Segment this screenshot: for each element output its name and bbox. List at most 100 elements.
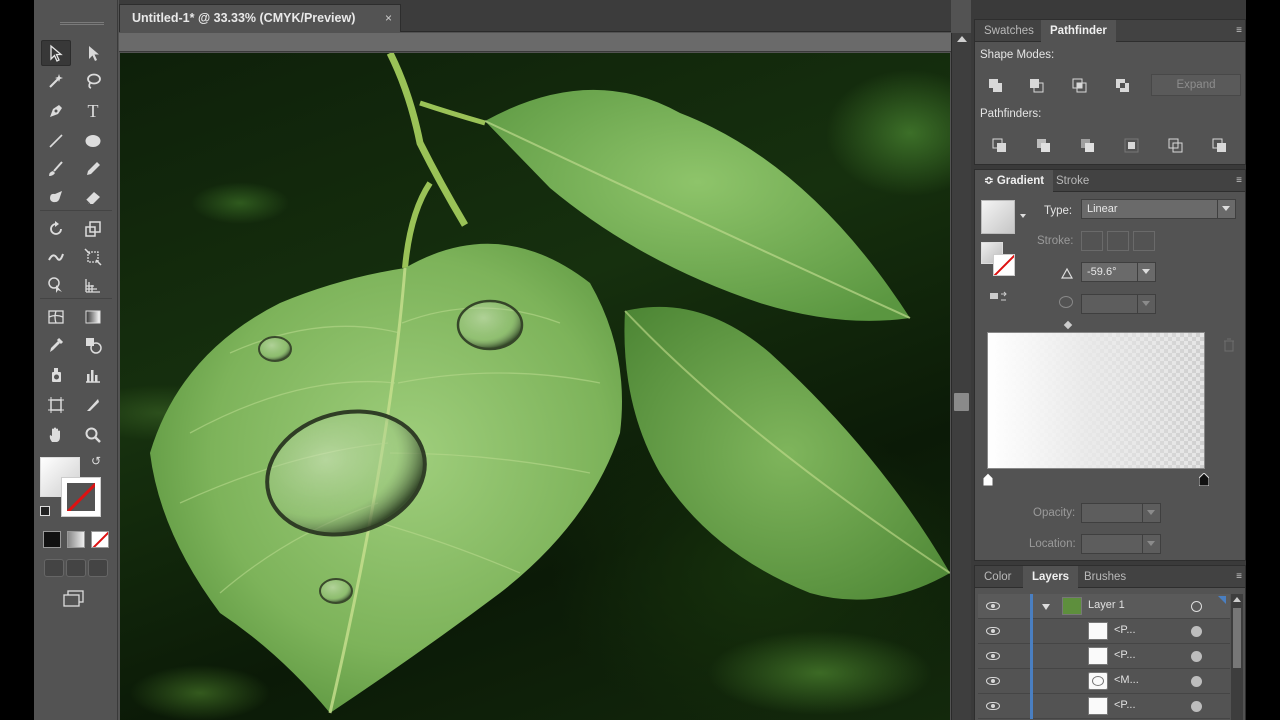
gradient-tool[interactable] [78,304,108,330]
divide-button[interactable] [988,135,1010,155]
gradient-preset-arrow-icon[interactable] [1020,214,1026,218]
sublayer-row[interactable]: <P... [978,619,1230,644]
scale-tool[interactable] [78,216,108,242]
swap-fill-stroke-icon[interactable]: ↺ [91,454,101,468]
merge-button[interactable] [1076,135,1098,155]
target-circle-icon[interactable] [1191,701,1202,712]
ellipse-tool[interactable] [78,128,108,154]
screen-mode-icon[interactable] [62,590,86,608]
expand-triangle-icon[interactable] [1042,604,1050,610]
tab-color[interactable]: Color [975,566,1020,588]
fill-stroke-proxy[interactable] [981,242,1017,278]
direct-selection-tool[interactable] [78,40,108,66]
angle-input[interactable]: -59.6° [1081,262,1156,282]
artboard-canvas[interactable] [120,53,950,720]
gradient-midpoint-diamond[interactable] [1063,320,1073,330]
tab-gradient[interactable]: ≎ Gradient [975,170,1054,193]
gradient-stop-white[interactable] [982,472,994,487]
tab-pathfinder[interactable]: Pathfinder [1041,20,1116,43]
document-tab[interactable]: Untitled-1* @ 33.33% (CMYK/Preview) × [119,4,401,32]
minus-back-button[interactable] [1208,135,1230,155]
target-circle-icon[interactable] [1191,601,1202,612]
hand-tool[interactable] [41,422,71,448]
visibility-eye-icon[interactable] [986,627,1000,635]
blob-brush-tool[interactable] [41,184,71,210]
eyedropper-tool[interactable] [41,332,71,358]
gradient-mode-button[interactable] [67,531,85,548]
intersect-button[interactable] [1068,75,1090,95]
type-tool[interactable]: T [78,98,108,124]
slice-tool[interactable] [78,392,108,418]
tab-stroke[interactable]: Stroke [1047,170,1098,192]
close-icon[interactable]: × [385,11,392,25]
tab-layers[interactable]: Layers [1023,566,1079,589]
knife-icon [87,399,99,411]
tab-brushes[interactable]: Brushes [1075,566,1135,588]
visibility-eye-icon[interactable] [986,652,1000,660]
paintbrush-tool[interactable] [41,156,71,182]
lasso-tool[interactable] [78,68,108,94]
scroll-up-arrow-icon[interactable] [957,36,967,42]
scrollbar-thumb[interactable] [954,393,969,411]
crop-button[interactable] [1120,135,1142,155]
unite-button[interactable] [984,75,1006,95]
none-mode-button[interactable] [91,531,109,548]
draw-inside-button[interactable] [88,559,108,577]
scrollbar-thumb[interactable] [1233,608,1241,668]
visibility-eye-icon[interactable] [986,702,1000,710]
default-colors-icon[interactable] [40,506,50,516]
gradient-preview-swatch[interactable] [981,200,1015,234]
target-circle-icon[interactable] [1191,626,1202,637]
trim-button[interactable] [1032,135,1054,155]
zoom-tool[interactable] [78,422,108,448]
mesh-tool[interactable] [41,304,71,330]
sublayer-row[interactable]: <P... [978,644,1230,669]
gradient-type-select[interactable]: Linear [1081,199,1236,219]
color-mode-button[interactable] [43,531,61,548]
sublayer-name: <P... [1114,699,1136,711]
visibility-eye-icon[interactable] [986,602,1000,610]
panel-menu-icon[interactable]: ≡ [1236,25,1242,36]
panel-menu-icon[interactable]: ≡ [1236,175,1242,186]
outline-button[interactable] [1164,135,1186,155]
draw-normal-button[interactable] [44,559,64,577]
magic-wand-tool[interactable] [41,68,71,94]
pencil-tool[interactable] [78,156,108,182]
rotate-tool[interactable] [41,216,71,242]
exclude-button[interactable] [1111,75,1133,95]
layers-scrollbar[interactable] [1231,594,1243,720]
tab-swatches[interactable]: Swatches [975,20,1043,42]
panel-grip[interactable] [60,22,104,25]
blend-tool[interactable] [78,332,108,358]
vertical-scrollbar[interactable] [951,33,971,720]
column-graph-tool[interactable] [78,362,108,388]
stroke-swatch[interactable] [61,477,101,517]
line-tool[interactable] [41,128,71,154]
sublayer-row[interactable]: <P... [978,694,1230,719]
merge-icon [1080,138,1094,152]
target-circle-icon[interactable] [1191,676,1202,687]
chevron-down-icon[interactable] [1137,262,1155,282]
scroll-up-arrow-icon[interactable] [1233,597,1241,602]
warp-tool[interactable] [41,244,71,270]
draw-behind-button[interactable] [66,559,86,577]
artboard-tool[interactable] [41,392,71,418]
brush-icon [49,161,63,176]
hand-icon [49,427,60,442]
gradient-stop-black[interactable] [1198,472,1210,487]
minus-front-button[interactable] [1025,75,1047,95]
symbol-sprayer-tool[interactable] [41,362,71,388]
eraser-tool[interactable] [78,184,108,210]
target-circle-icon[interactable] [1191,651,1202,662]
visibility-eye-icon[interactable] [986,677,1000,685]
panel-menu-icon[interactable]: ≡ [1236,571,1242,582]
reverse-gradient-icon[interactable] [989,290,1009,311]
gradient-slider-preview[interactable] [987,332,1205,469]
pen-tool[interactable] [41,98,71,124]
perspective-grid-tool[interactable] [78,272,108,298]
selection-tool[interactable] [41,40,71,66]
shape-builder-tool[interactable] [41,272,71,298]
sublayer-row[interactable]: <M... [978,669,1230,694]
layer-row[interactable]: Layer 1 [978,594,1230,619]
free-transform-tool[interactable] [78,244,108,270]
